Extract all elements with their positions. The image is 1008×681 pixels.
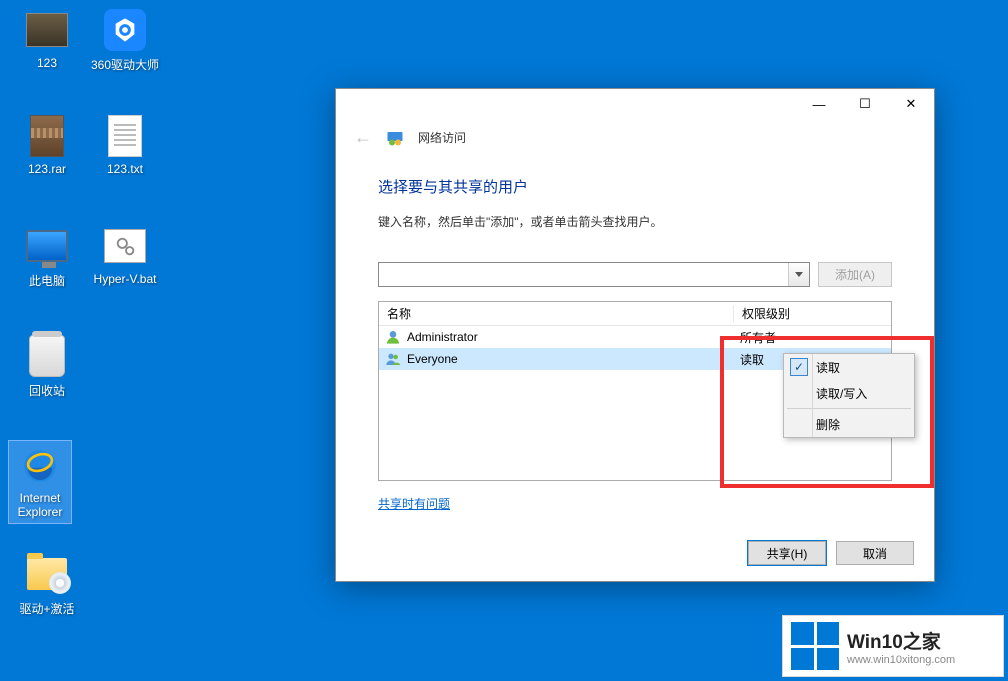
desktop-icon-ie[interactable]: Internet Explorer [8, 440, 72, 524]
share-dialog: ― ☐ ✕ ← 网络访问 选择要与其共享的用户 键入名称，然后单击"添加"，或者… [335, 88, 935, 582]
column-name[interactable]: 名称 [379, 305, 734, 322]
network-share-icon [386, 129, 404, 147]
dialog-buttons: 共享(H) 取消 [336, 527, 934, 581]
user-perm: 读取 [740, 351, 764, 368]
desktop-icon-360driver[interactable]: 360驱动大师 [90, 8, 160, 73]
column-perm[interactable]: 权限级别 [734, 305, 891, 322]
dialog-title: 网络访问 [418, 129, 466, 146]
help-link[interactable]: 共享时有问题 [378, 497, 450, 511]
user-combobox[interactable] [378, 262, 810, 287]
desktop-icon-bat[interactable]: Hyper-V.bat [80, 224, 170, 286]
icon-label: 123 [37, 56, 57, 70]
dialog-header: ← 网络访问 [336, 123, 934, 158]
ie-icon [19, 445, 61, 487]
users-icon [385, 351, 401, 367]
permission-context-menu: ✓ 读取 读取/写入 删除 [783, 353, 915, 438]
back-arrow-icon[interactable]: ← [354, 127, 372, 148]
user-icon [385, 329, 401, 345]
folder-disc-icon [27, 558, 67, 590]
titlebar: ― ☐ ✕ [336, 89, 934, 123]
menu-remove[interactable]: 删除 [784, 411, 914, 437]
computer-icon [26, 230, 68, 262]
windows-logo-icon [791, 622, 839, 670]
menu-readwrite[interactable]: 读取/写入 [784, 380, 914, 406]
desktop-icon-folder-123[interactable]: 123 [12, 8, 82, 70]
desktop-icon-rar[interactable]: 123.rar [12, 114, 82, 176]
content-description: 键入名称，然后单击"添加"，或者单击箭头查找用户。 [378, 213, 892, 230]
desktop-icon-folder-driver[interactable]: 驱动+激活 [12, 552, 82, 617]
icon-label: 回收站 [29, 382, 65, 399]
gears-icon [113, 236, 139, 258]
icon-label: 驱动+激活 [19, 600, 74, 617]
watermark-title: Win10之家 [847, 627, 955, 654]
icon-label: Hyper-V.bat [94, 272, 157, 286]
menu-separator [787, 408, 911, 409]
table-header: 名称 权限级别 [379, 302, 891, 326]
maximize-button[interactable]: ☐ [842, 89, 888, 119]
dialog-content: 选择要与其共享的用户 键入名称，然后单击"添加"，或者单击箭头查找用户。 添加(… [336, 158, 934, 527]
cancel-button[interactable]: 取消 [836, 541, 914, 565]
user-perm: 所有者 [740, 329, 776, 346]
icon-label: 123.txt [107, 162, 143, 176]
watermark: Win10之家 www.win10xitong.com [782, 615, 1004, 677]
text-file-icon [108, 115, 142, 157]
share-button[interactable]: 共享(H) [748, 541, 826, 565]
table-row[interactable]: Administrator 所有者 [379, 326, 891, 348]
icon-label: 123.rar [28, 162, 66, 176]
watermark-url: www.win10xitong.com [847, 654, 955, 666]
desktop-icon-txt[interactable]: 123.txt [90, 114, 160, 176]
desktop-icon-thispc[interactable]: 此电脑 [12, 224, 82, 289]
close-button[interactable]: ✕ [888, 89, 934, 119]
user-name: Administrator [407, 330, 478, 344]
minimize-button[interactable]: ― [796, 89, 842, 119]
gear-icon [111, 16, 139, 44]
content-heading: 选择要与其共享的用户 [378, 176, 892, 197]
menu-read[interactable]: ✓ 读取 [784, 354, 914, 380]
chevron-down-icon [795, 272, 803, 277]
icon-label: Internet Explorer [9, 492, 71, 520]
icon-label: 360驱动大师 [91, 56, 159, 73]
user-name: Everyone [407, 352, 458, 366]
icon-label: 此电脑 [29, 272, 65, 289]
recycle-bin-icon [29, 335, 65, 377]
desktop-icon-recycle[interactable]: 回收站 [12, 334, 82, 399]
check-icon: ✓ [790, 358, 808, 376]
add-button[interactable]: 添加(A) [818, 262, 892, 287]
archive-icon [30, 115, 64, 157]
